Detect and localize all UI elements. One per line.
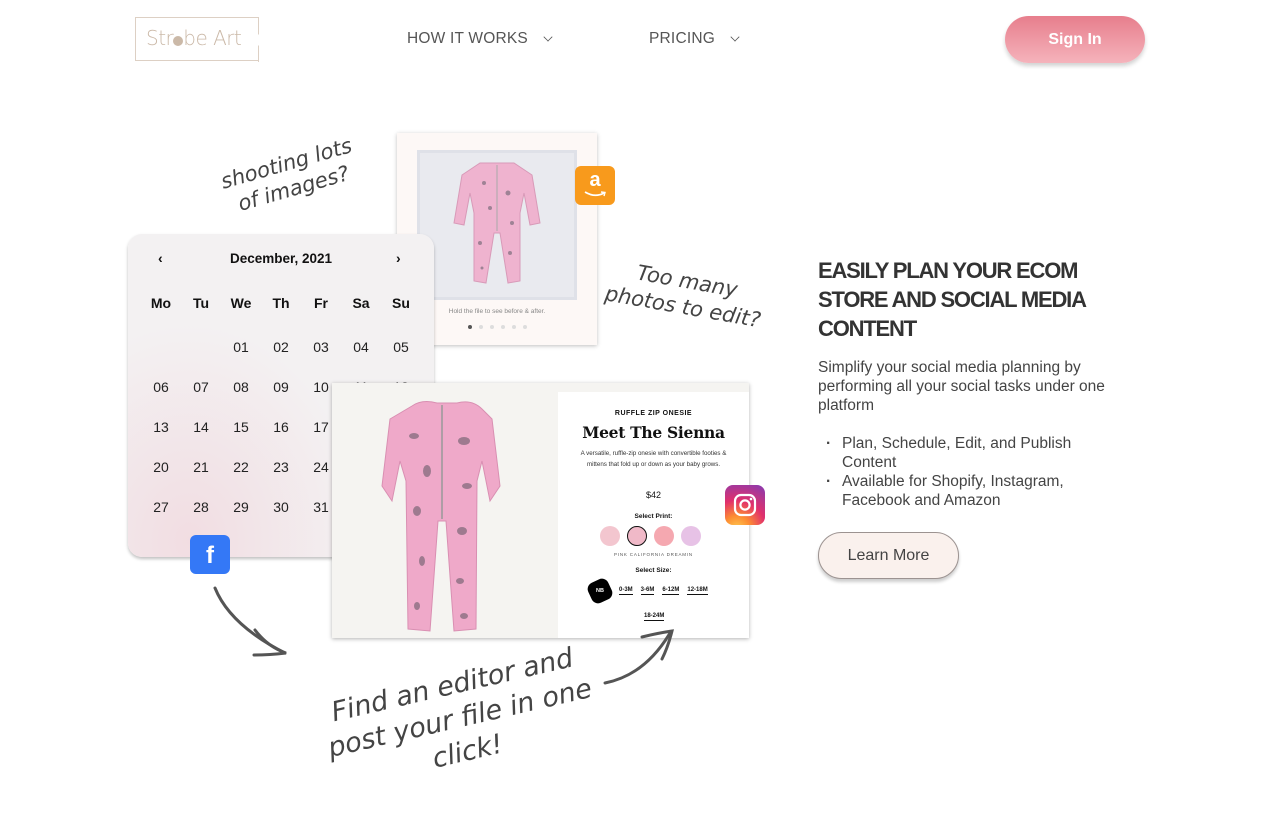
size-option-nb[interactable]: NB [585, 576, 615, 606]
select-size-label: Select Size: [635, 567, 672, 574]
carousel-dot[interactable] [522, 325, 527, 329]
product-detail-card: RUFFLE ZIP ONESIE Meet The Sienna A vers… [332, 383, 749, 638]
calendar-weekday: Th [272, 295, 290, 311]
calendar-day[interactable]: 13 [141, 414, 181, 454]
print-swatches [600, 526, 701, 546]
calendar-day[interactable]: 14 [181, 414, 221, 454]
select-print-label: Select Print: [634, 513, 673, 520]
calendar-month-label: December, 2021 [229, 251, 333, 266]
nav-pricing[interactable]: PRICING [649, 30, 740, 48]
product-info-panel: RUFFLE ZIP ONESIE Meet The Sienna A vers… [558, 392, 749, 638]
calendar-day[interactable]: 23 [261, 454, 301, 494]
calendar-weekday: Tu [192, 295, 210, 311]
onesie-image [453, 162, 541, 284]
carousel-dot[interactable] [489, 325, 494, 329]
product-title: Meet The Sienna [582, 423, 725, 442]
onesie-image [381, 401, 501, 632]
headline: EASILY PLAN YOUR ECOM STORE AND SOCIAL M… [818, 258, 1086, 341]
size-option[interactable]: 6-12M [662, 587, 680, 595]
calendar-weekday: We [230, 295, 252, 311]
calendar-day[interactable]: 22 [221, 454, 261, 494]
note-find-editor: Find an editor and post your file in one… [324, 642, 595, 775]
size-option[interactable]: 18-24M [644, 613, 665, 621]
sign-in-button[interactable]: Sign In [1005, 16, 1145, 63]
logo[interactable]: Str be Art [135, 17, 259, 62]
calendar-next-button[interactable]: › [396, 250, 401, 266]
calendar-weekday: Su [392, 295, 410, 311]
facebook-icon: f [190, 535, 230, 574]
calendar-day[interactable]: 27 [141, 494, 181, 534]
size-option[interactable]: 0-3M [619, 587, 633, 595]
calendar-day[interactable]: 15 [221, 414, 261, 454]
chevron-down-icon [730, 31, 740, 42]
feature-item: Plan, Schedule, Edit, and Publish Conten… [826, 434, 1126, 472]
logo-text: Str be Art [146, 26, 242, 50]
product-price: $42 [645, 490, 662, 500]
feature-list: Plan, Schedule, Edit, and Publish Conten… [826, 434, 1126, 510]
calendar-day[interactable]: 01 [221, 334, 261, 374]
nav-how-it-works[interactable]: HOW IT WORKS [407, 30, 553, 48]
calendar-day[interactable]: 05 [381, 334, 421, 374]
carousel-dot[interactable] [467, 325, 472, 329]
calendar-day[interactable]: 04 [341, 334, 381, 374]
calendar-weekday: Mo [150, 295, 172, 311]
feature-item: Available for Shopify, Instagram, Facebo… [826, 472, 1126, 510]
size-option[interactable]: 3-6M [640, 587, 655, 595]
product-description: A versatile, ruffle-zip onesie with conv… [580, 450, 727, 468]
calendar-day[interactable]: 29 [221, 494, 261, 534]
print-swatch[interactable] [654, 526, 674, 546]
print-swatch[interactable] [627, 526, 647, 546]
note-shooting-images: shooting lots of images? [218, 133, 355, 217]
calendar-day[interactable]: 08 [221, 374, 261, 414]
calendar-day[interactable]: 28 [181, 494, 221, 534]
nav-how-it-works-label: HOW IT WORKS [407, 30, 528, 47]
calendar-day[interactable]: 30 [261, 494, 301, 534]
preview-image [417, 150, 577, 300]
carousel-dot[interactable] [500, 325, 505, 329]
learn-more-button[interactable]: Learn More [818, 532, 959, 579]
arrow-down-right-icon [213, 586, 287, 657]
amazon-icon: a [575, 166, 615, 205]
calendar-day[interactable]: 07 [181, 374, 221, 414]
arrow-up-right-icon [603, 629, 674, 685]
product-eyebrow: RUFFLE ZIP ONESIE [614, 410, 693, 417]
calendar-day[interactable]: 03 [301, 334, 341, 374]
size-options: NB 0-3M 3-6M 6-12M 12-18M [585, 576, 708, 606]
calendar-day[interactable]: 20 [141, 454, 181, 494]
calendar-weekday: Sa [352, 295, 370, 311]
subtext: Simplify your social media planning by p… [818, 359, 1105, 414]
logo-dot-icon [173, 36, 184, 46]
calendar-weekday: Fr [314, 295, 328, 311]
calendar-blank [181, 334, 221, 374]
calendar-day[interactable]: 16 [261, 414, 301, 454]
calendar-blank [141, 334, 181, 374]
carousel-dot[interactable] [478, 325, 483, 329]
calendar-day[interactable]: 21 [181, 454, 221, 494]
chevron-down-icon [543, 31, 553, 42]
calendar-day[interactable]: 09 [261, 374, 301, 414]
calendar-day[interactable]: 06 [141, 374, 181, 414]
selected-print-name: PINK CALIFORNIA DREAMIN [614, 552, 693, 557]
nav-pricing-label: PRICING [649, 30, 715, 47]
note-too-many-photos: Too many photos to edit? [603, 260, 763, 333]
calendar-day[interactable]: 02 [261, 334, 301, 374]
carousel-dot[interactable] [511, 325, 516, 329]
size-option[interactable]: 12-18M [687, 587, 708, 595]
print-swatch[interactable] [600, 526, 620, 546]
instagram-icon [725, 485, 765, 525]
print-swatch[interactable] [681, 526, 701, 546]
